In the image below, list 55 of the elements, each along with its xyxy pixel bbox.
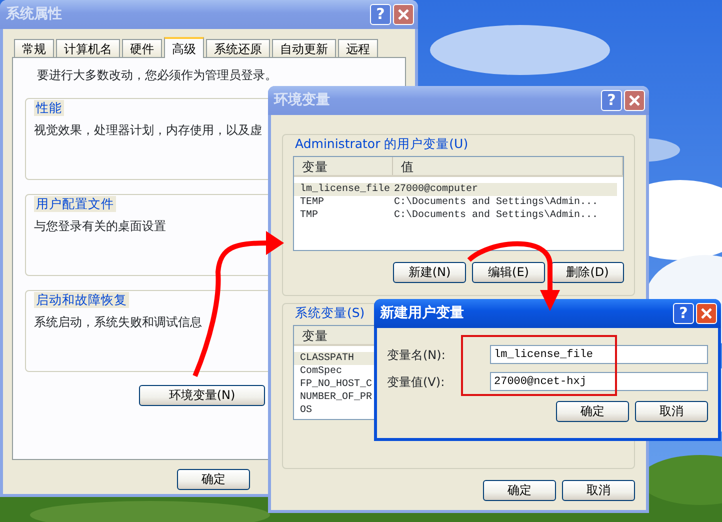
tab[interactable]: 远程 (338, 39, 378, 57)
column-header[interactable]: 值 (392, 157, 623, 175)
list-cell-text: TMP (299, 209, 320, 222)
group-description: 系统启动，系统失败和调试信息 (34, 314, 202, 331)
list-cell-text: lm_license_file (299, 183, 392, 196)
button[interactable]: 确定 (483, 480, 556, 501)
close-icon (398, 9, 409, 20)
tab[interactable]: 硬件 (122, 39, 162, 57)
group-title: 启动和故障恢复 (34, 292, 129, 308)
button[interactable]: 环境变量(N) (139, 385, 265, 406)
group-title: 系统变量(S) (293, 305, 367, 321)
button[interactable]: 取消 (562, 480, 635, 501)
tab[interactable]: 计算机名 (56, 39, 120, 57)
group-description: 与您登录有关的桌面设置 (34, 218, 166, 235)
column-header[interactable]: 变量 (294, 157, 393, 175)
list-cell-text: NUMBER_OF_PR (299, 391, 374, 404)
button[interactable]: 取消 (635, 401, 708, 422)
input-field[interactable]: 27000@ncet-hxj (490, 372, 708, 391)
list-cell-text: CLASSPATH (299, 352, 356, 365)
input-field[interactable]: lm_license_file (490, 345, 708, 364)
list-cell: 27000@computer (394, 183, 478, 196)
list-cell-text: TEMP (299, 196, 326, 209)
group-title: 用户配置文件 (34, 196, 116, 212)
close-button[interactable] (393, 4, 414, 25)
tab[interactable]: 自动更新 (272, 39, 336, 57)
close-icon (629, 95, 640, 106)
list-row[interactable]: TMP C:\Documents and Settings\Admin... (294, 209, 617, 222)
group-description: 视觉效果，处理器计划，内存使用，以及虚 (34, 122, 262, 139)
help-button[interactable]: ? (673, 303, 694, 324)
button[interactable]: 编辑(E) (472, 262, 545, 283)
button[interactable]: 新建(N) (393, 262, 466, 283)
list-row[interactable]: TEMP C:\Documents and Settings\Admin... (294, 196, 617, 209)
list-row[interactable]: lm_license_file 27000@computer (294, 183, 617, 196)
button[interactable]: 确定 (177, 469, 250, 490)
group-title: Administrator 的用户变量(U) (293, 136, 470, 152)
tab[interactable]: 常规 (14, 39, 54, 57)
button[interactable]: 删除(D) (551, 262, 624, 283)
group-title: 性能 (34, 100, 64, 116)
tab[interactable]: 高级 (164, 37, 204, 58)
help-button[interactable]: ? (601, 90, 622, 111)
tab[interactable]: 系统还原 (206, 39, 270, 57)
close-icon (701, 308, 712, 319)
window-title: 新建用户变量 (380, 304, 465, 323)
window-title: 环境变量 (274, 90, 331, 110)
close-button[interactable] (696, 303, 717, 324)
notice-text: 要进行大多数改动，您必须作为管理员登录。 (37, 67, 277, 84)
list-cell: C:\Documents and Settings\Admin... (394, 209, 598, 222)
field-label: 变量值(V): (387, 374, 446, 390)
button[interactable]: 确定 (556, 401, 629, 422)
list-cell: C:\Documents and Settings\Admin... (394, 196, 598, 209)
help-button[interactable]: ? (370, 4, 391, 25)
window-title: 系统属性 (6, 5, 63, 24)
field-label: 变量名(N): (387, 346, 446, 364)
close-button[interactable] (624, 90, 645, 111)
list-cell-text: ComSpec (299, 365, 344, 378)
